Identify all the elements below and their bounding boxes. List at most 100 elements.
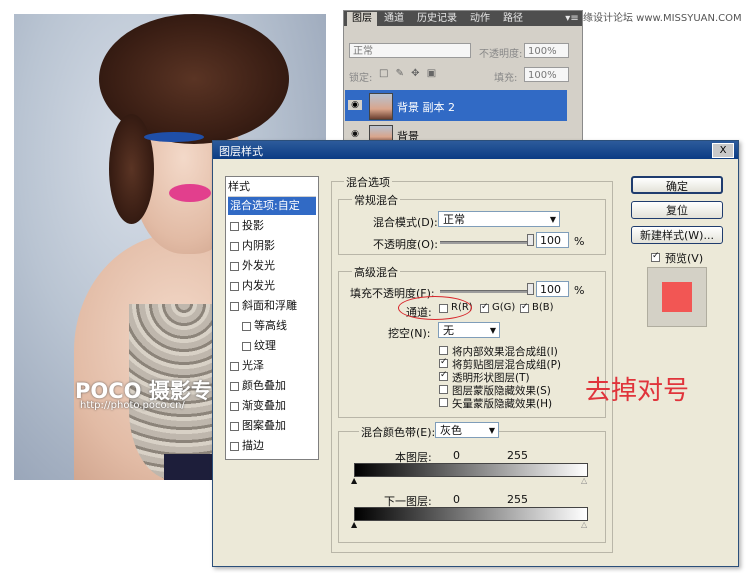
style-item-checkbox[interactable] [230, 242, 239, 251]
style-item[interactable]: 图案叠加 [228, 417, 316, 435]
style-item-checkbox[interactable] [230, 382, 239, 391]
layer-blend-mode-value: 正常 [353, 46, 373, 57]
knockout-label: 挖空(N): [388, 327, 431, 340]
layer-row-selected[interactable]: ◉ 背景 副本 2 [345, 90, 567, 121]
underlying-gradient [354, 507, 588, 521]
style-item-checkbox[interactable] [230, 442, 239, 451]
annotation-circle [398, 296, 472, 320]
opacity-label: 不透明度(O): [373, 238, 438, 251]
style-item[interactable]: 外发光 [228, 257, 316, 275]
dialog-titlebar[interactable]: 图层样式 X [213, 141, 738, 159]
style-item[interactable]: 内阴影 [228, 237, 316, 255]
fill-label: 填充: [494, 73, 518, 84]
fill-opacity-slider[interactable] [440, 290, 534, 293]
ok-button[interactable]: 确定 [631, 176, 723, 194]
style-item-checkbox[interactable] [230, 302, 239, 311]
channel-label: G(G) [492, 302, 516, 313]
underlying-black-slider[interactable]: ▲ [351, 521, 357, 529]
layer-opacity-field[interactable]: 100% [524, 43, 569, 58]
annotation-text: 去掉对号 [585, 376, 690, 406]
opacity-field[interactable]: 100 [536, 232, 569, 248]
style-item-label: 混合选项:自定 [230, 199, 300, 212]
style-item[interactable]: 颜色叠加 [228, 377, 316, 395]
style-item-checkbox[interactable] [230, 362, 239, 371]
style-item[interactable]: 混合选项:自定 [228, 197, 316, 215]
blue-eyeshadow [144, 132, 204, 142]
blend-if-select[interactable]: 灰色 ▼ [435, 422, 499, 438]
layer-name: 背景 副本 2 [397, 101, 455, 114]
layer-style-dialog: 图层样式 X 样式 混合选项:自定投影内阴影外发光内发光斜面和浮雕等高线纹理光泽… [212, 140, 739, 567]
style-item-label: 内发光 [242, 279, 275, 292]
this-layer-black-slider[interactable]: ▲ [351, 477, 357, 485]
tab-channels[interactable]: 通道 [379, 12, 409, 26]
style-item-label: 颜色叠加 [242, 379, 286, 392]
style-item-checkbox[interactable] [230, 222, 239, 231]
style-item-checkbox[interactable] [230, 402, 239, 411]
style-item-checkbox[interactable] [230, 262, 239, 271]
this-layer-white-slider[interactable]: △ [581, 477, 587, 485]
style-item[interactable]: 描边 [228, 437, 316, 455]
tab-layers[interactable]: 图层 [347, 12, 377, 26]
layers-panel: 图层 通道 历史记录 动作 路径 ▾≡ 正常 不透明度: 100% 锁定: □ … [343, 10, 583, 145]
blend-if-value: 灰色 [440, 424, 462, 437]
style-item-checkbox[interactable] [242, 322, 251, 331]
eye-icon[interactable]: ◉ [348, 100, 362, 110]
option-checkbox[interactable] [439, 346, 448, 355]
opacity-slider-thumb[interactable] [527, 234, 534, 246]
style-item[interactable]: 斜面和浮雕 [228, 297, 316, 315]
layer-fill-field[interactable]: 100% [524, 67, 569, 82]
style-item-checkbox[interactable] [242, 342, 251, 351]
option-checkbox[interactable] [439, 385, 448, 394]
tab-paths[interactable]: 路径 [498, 12, 528, 26]
preview-swatch [662, 282, 692, 312]
eye-icon[interactable]: ◉ [348, 129, 362, 139]
style-item-label: 外发光 [242, 259, 275, 272]
fill-opacity-field[interactable]: 100 [536, 281, 569, 297]
style-item[interactable]: 渐变叠加 [228, 397, 316, 415]
blend-if-group [338, 431, 606, 543]
style-item-label: 纹理 [254, 339, 276, 352]
tab-history[interactable]: 历史记录 [412, 12, 462, 26]
style-item-label: 图案叠加 [242, 419, 286, 432]
option-checkbox[interactable] [439, 398, 448, 407]
style-item-label: 斜面和浮雕 [242, 299, 297, 312]
style-item-checkbox[interactable] [230, 282, 239, 291]
close-button[interactable]: X [712, 143, 734, 158]
dropdown-arrow-icon: ▼ [549, 215, 556, 224]
style-item[interactable]: 投影 [228, 217, 316, 235]
blend-mode-value: 正常 [443, 213, 465, 226]
lock-icons[interactable]: □ ✎ ✥ ▣ [379, 68, 438, 79]
fill-opacity-slider-thumb[interactable] [527, 283, 534, 295]
blend-mode-select[interactable]: 正常 ▼ [438, 211, 560, 227]
style-item-label: 渐变叠加 [242, 399, 286, 412]
dropdown-arrow-icon: ▼ [489, 326, 496, 335]
dropdown-arrow-icon: ▼ [488, 426, 495, 435]
panel-menu-icon[interactable]: ▾≡ [564, 12, 580, 26]
preview-checkbox[interactable] [651, 251, 660, 262]
style-item-label: 等高线 [254, 319, 287, 332]
reset-button[interactable]: 复位 [631, 201, 723, 219]
tab-actions[interactable]: 动作 [465, 12, 495, 26]
underlying-white-slider[interactable]: △ [581, 521, 587, 529]
new-style-button[interactable]: 新建样式(W)... [631, 226, 723, 244]
style-item-checkbox[interactable] [230, 422, 239, 431]
dialog-title: 图层样式 [219, 145, 263, 158]
style-item[interactable]: 光泽 [228, 357, 316, 375]
style-item-label: 内阴影 [242, 239, 275, 252]
channel-checkbox[interactable] [520, 302, 529, 313]
option-checkbox[interactable] [439, 370, 448, 381]
advanced-blending-title: 高级混合 [352, 264, 400, 280]
styles-header-label: 样式 [228, 180, 250, 193]
style-item-label: 投影 [242, 219, 264, 232]
style-item[interactable]: 纹理 [228, 337, 316, 355]
layer-thumbnail [369, 93, 393, 120]
blend-mode-label: 混合模式(D): [373, 216, 438, 229]
style-item[interactable]: 等高线 [228, 317, 316, 335]
layer-blend-mode-select[interactable]: 正常 [349, 43, 471, 58]
channel-checkbox[interactable] [480, 302, 489, 313]
style-preview-box [647, 267, 707, 327]
knockout-select[interactable]: 无 ▼ [438, 322, 500, 338]
opacity-slider[interactable] [440, 241, 534, 244]
option-checkbox[interactable] [439, 357, 448, 368]
style-item[interactable]: 内发光 [228, 277, 316, 295]
